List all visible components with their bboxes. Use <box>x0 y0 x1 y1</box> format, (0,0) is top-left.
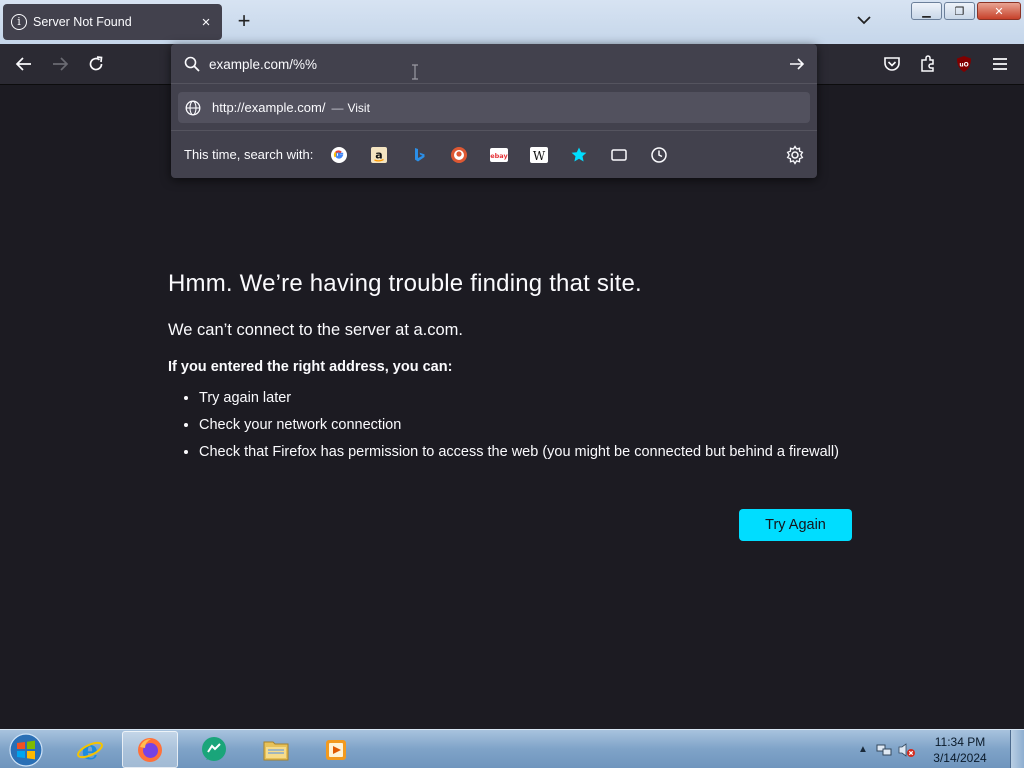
new-tab-button[interactable]: + <box>234 10 254 34</box>
wikipedia-icon[interactable]: W <box>527 143 551 167</box>
error-description: We can’t connect to the server at a.com. <box>168 321 464 339</box>
volume-muted-icon[interactable] <box>898 742 916 758</box>
google-icon[interactable] <box>327 143 351 167</box>
list-item: Try again later <box>199 389 868 407</box>
ublock-origin-button[interactable]: uO <box>954 54 974 74</box>
pocket-icon <box>884 57 900 71</box>
pocket-button[interactable] <box>882 54 902 74</box>
suggestion-separator: — <box>331 100 344 115</box>
taskbar-file-explorer[interactable] <box>248 731 304 768</box>
tab-server-not-found[interactable]: i Server Not Found × <box>3 4 222 40</box>
chat-app-icon <box>202 736 226 761</box>
list-all-tabs-button[interactable] <box>856 12 872 28</box>
bookmarks-icon[interactable] <box>567 143 591 167</box>
back-arrow-icon <box>15 57 31 71</box>
error-title: Hmm. We’re having trouble finding that s… <box>168 270 642 297</box>
search-with-label: This time, search with: <box>184 147 314 162</box>
taskbar: e ▲ 11:34 PM 3/14/2024 <box>0 729 1024 768</box>
bing-icon[interactable] <box>407 143 431 167</box>
svg-text:W: W <box>533 149 546 163</box>
taskbar-firefox[interactable] <box>122 731 178 768</box>
system-tray: ▲ 11:34 PM 3/14/2024 <box>854 730 1024 768</box>
gear-icon[interactable] <box>785 145 805 165</box>
reload-icon <box>89 56 103 71</box>
duckduckgo-icon[interactable] <box>447 143 471 167</box>
puzzle-icon <box>921 55 934 72</box>
media-player-icon <box>326 739 346 760</box>
suggestion-url: http://example.com/ <box>212 100 326 115</box>
tab-strip: i Server Not Found × + ▁ ❐ ✕ <box>0 0 1024 44</box>
error-suggestions-heading: If you entered the right address, you ca… <box>168 359 453 375</box>
forward-button[interactable] <box>50 54 70 74</box>
url-suggestion-row[interactable]: http://example.com/ — Visit <box>178 92 810 123</box>
globe-icon <box>185 100 201 115</box>
hamburger-menu-icon <box>993 58 1007 70</box>
svg-text:a: a <box>376 148 383 161</box>
svg-text:ebay: ebay <box>491 152 509 160</box>
show-hidden-icons-button[interactable]: ▲ <box>858 744 868 755</box>
taskbar-media-player[interactable] <box>308 731 364 768</box>
taskbar-messenger[interactable] <box>186 731 242 768</box>
error-page: Hmm. We’re having trouble finding that s… <box>168 270 868 470</box>
urlbar <box>171 44 817 84</box>
network-icon[interactable] <box>876 742 892 758</box>
taskbar-internet-explorer[interactable]: e <box>62 731 118 768</box>
chevron-down-icon <box>857 16 871 25</box>
window-controls: ▁ ❐ ✕ <box>911 2 1021 20</box>
svg-text:uO: uO <box>959 62 968 69</box>
svg-text:e: e <box>82 736 99 765</box>
reload-button[interactable] <box>86 54 106 74</box>
show-desktop-button[interactable] <box>1010 730 1024 768</box>
go-arrow-icon[interactable] <box>789 56 805 72</box>
tabs-icon[interactable] <box>607 143 631 167</box>
restore-button[interactable]: ❐ <box>944 2 975 20</box>
close-window-button[interactable]: ✕ <box>977 2 1021 20</box>
search-icon <box>184 56 200 72</box>
firefox-icon <box>138 737 162 762</box>
tab-close-button[interactable]: × <box>198 14 214 31</box>
clock[interactable]: 11:34 PM 3/14/2024 <box>930 734 990 766</box>
back-button[interactable] <box>14 54 34 74</box>
extensions-button[interactable] <box>918 54 938 74</box>
url-input[interactable] <box>209 54 769 74</box>
internet-explorer-icon: e <box>77 736 103 765</box>
history-icon[interactable] <box>647 143 671 167</box>
amazon-icon[interactable]: a <box>367 143 391 167</box>
forward-arrow-icon <box>53 57 69 71</box>
folder-icon <box>263 741 289 760</box>
suggestion-action: Visit <box>347 100 370 115</box>
info-icon: i <box>11 14 27 30</box>
list-item: Check that Firefox has permission to acc… <box>199 443 868 461</box>
error-suggestions-list: Try again later Check your network conne… <box>199 389 868 461</box>
clock-time: 11:34 PM <box>934 735 986 749</box>
clock-date: 3/14/2024 <box>933 751 987 765</box>
search-engine-row: This time, search with: a ebay W <box>171 130 817 178</box>
ublock-shield-icon: uO <box>957 56 971 72</box>
tab-title: Server Not Found <box>33 15 132 29</box>
text-cursor-icon <box>412 64 418 80</box>
ebay-icon[interactable]: ebay <box>487 143 511 167</box>
try-again-button[interactable]: Try Again <box>739 509 852 541</box>
urlbar-dropdown: http://example.com/ — Visit This time, s… <box>171 44 817 178</box>
list-item: Check your network connection <box>199 416 868 434</box>
minimize-button[interactable]: ▁ <box>911 2 942 20</box>
app-menu-button[interactable] <box>990 54 1010 74</box>
windows-start-icon[interactable] <box>6 732 46 768</box>
